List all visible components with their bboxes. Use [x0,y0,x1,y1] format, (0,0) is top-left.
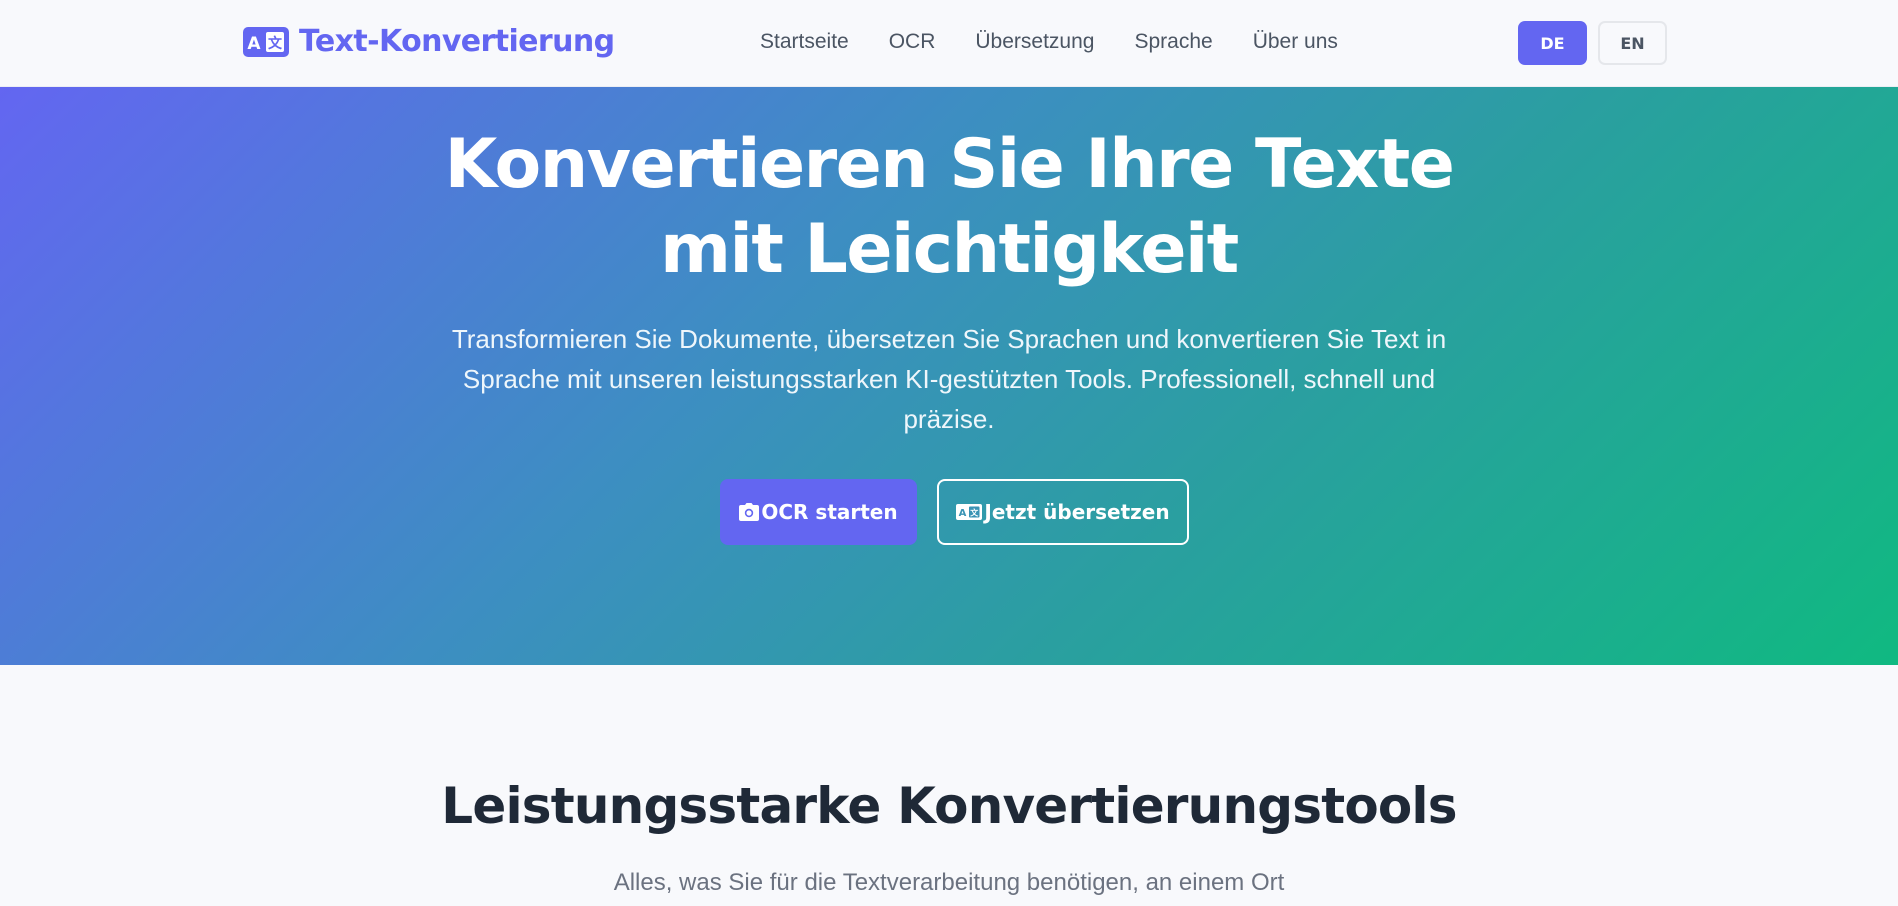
hero-title-line-1: Konvertieren Sie Ihre Texte [444,125,1455,204]
nav-item-uebersetzung[interactable]: Übersetzung [975,26,1094,58]
hero-subtitle: Transformieren Sie Dokumente, übersetzen… [451,324,1447,434]
hero-section: Konvertieren Sie Ihre Texte mit Leichtig… [0,87,1898,665]
hero-actions: OCR starten A 文 Jetzt übersetzen [720,479,1189,545]
main-nav: Startseite OCR Übersetzung Sprache Über … [760,26,1338,58]
language-en-button[interactable]: EN [1598,21,1667,65]
hero-title-line-2: mit Leichtigkeit [660,210,1239,289]
start-ocr-button[interactable]: OCR starten [720,479,917,545]
translate-now-label: Jetzt übersetzen [984,500,1170,524]
nav-item-sprache[interactable]: Sprache [1134,26,1212,58]
translate-now-button[interactable]: A 文 Jetzt übersetzen [937,479,1189,545]
svg-text:A: A [959,508,967,519]
translate-icon: A 文 [243,27,289,57]
features-subtitle: Alles, was Sie für die Textverarbeitung … [613,869,1285,896]
language-de-button[interactable]: DE [1518,21,1587,65]
features-title: Leistungsstarke Konvertierungstools [441,777,1457,835]
start-ocr-label: OCR starten [761,500,898,524]
svg-text:文: 文 [971,508,980,518]
hero-title: Konvertieren Sie Ihre Texte mit Leichtig… [0,122,1898,292]
svg-text:文: 文 [268,35,283,52]
nav-item-ueber-uns[interactable]: Über uns [1253,26,1338,58]
nav-item-startseite[interactable]: Startseite [760,26,849,58]
language-switcher: DE EN [1518,21,1667,65]
camera-icon [739,503,760,521]
brand-name: Text-Konvertierung [299,24,615,59]
svg-text:A: A [247,34,261,54]
site-header: A 文 Text-Konvertierung Startseite OCR Üb… [0,0,1898,87]
brand-logo-link[interactable]: A 文 Text-Konvertierung [243,22,615,62]
nav-item-ocr[interactable]: OCR [889,26,936,58]
translate-icon: A 文 [956,504,983,520]
